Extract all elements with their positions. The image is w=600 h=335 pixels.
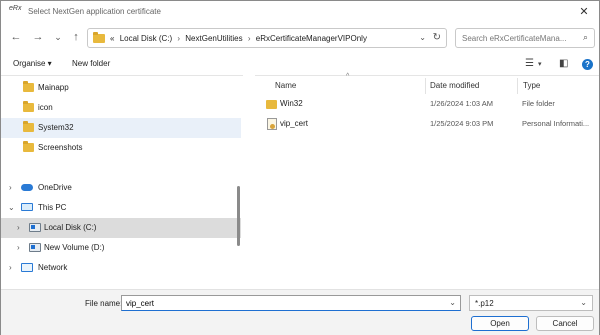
view-options-icon[interactable]: ☰ (525, 58, 534, 69)
file-row-vip-cert[interactable]: vip_cert 1/25/2024 9:03 PM Personal Info… (263, 115, 593, 133)
recent-locations-icon[interactable]: ⌄ (51, 30, 65, 44)
title-bar: eRx Select NextGen application certifica… (1, 1, 599, 23)
breadcrumb-item-local-disk[interactable]: Local Disk (C:) (120, 34, 172, 43)
open-button[interactable]: Open (471, 316, 529, 331)
folder-icon (23, 101, 34, 112)
column-divider[interactable] (425, 78, 426, 94)
drive-icon (29, 223, 41, 232)
column-divider[interactable] (517, 78, 518, 94)
organise-button[interactable]: Organise ▾ (13, 59, 52, 68)
folder-icon (266, 100, 277, 109)
file-row-win32[interactable]: Win32 1/26/2024 1:03 AM File folder (263, 95, 593, 113)
window-title: Select NextGen application certificate (28, 7, 161, 16)
file-list: ^ Name Date modified Type Win32 1/26/202… (255, 73, 599, 288)
tree-item-label: icon (38, 103, 53, 112)
navigation-bar: ← → ⌄ ↑ « Local Disk (C:) › NextGenUtili… (1, 23, 599, 53)
chevron-down-icon[interactable]: ⌄ (8, 203, 15, 212)
scrollbar-thumb[interactable] (237, 186, 240, 246)
chevron-right-icon[interactable]: › (17, 243, 20, 252)
column-header-type[interactable]: Type (523, 81, 540, 90)
cancel-button[interactable]: Cancel (536, 316, 594, 331)
file-type: File folder (522, 99, 555, 108)
toolbar: Organise ▾ New folder ☰ ▾ ◧ ? (1, 55, 599, 75)
file-type-value: *.p12 (475, 299, 494, 308)
drive-icon (29, 243, 41, 252)
navigation-pane: Mainapp icon System32 Screenshots › OneD… (1, 75, 243, 288)
certificate-file-icon (267, 118, 277, 130)
forward-arrow-icon[interactable]: → (31, 30, 45, 44)
tree-item-this-pc[interactable]: ⌄ This PC (1, 198, 241, 218)
tree-item-new-volume[interactable]: › New Volume (D:) (1, 238, 241, 258)
tree-item-label: OneDrive (38, 183, 72, 192)
file-name-input[interactable] (122, 297, 422, 310)
search-input[interactable]: Search eRxCertificateMana... ⌕ (455, 28, 595, 48)
folder-icon (23, 121, 34, 132)
computer-icon (21, 203, 33, 211)
chevron-down-icon: ⌄ (580, 298, 587, 307)
chevron-right-icon: › (177, 34, 181, 43)
refresh-icon[interactable]: ↻ (433, 32, 441, 43)
search-placeholder: Search eRxCertificateMana... (462, 34, 567, 43)
file-name: Win32 (280, 99, 303, 108)
chevron-down-icon[interactable]: ▾ (538, 60, 542, 68)
tree-item-label: Screenshots (38, 143, 83, 152)
close-icon[interactable]: ✕ (573, 4, 595, 20)
tree-item-label: Mainapp (38, 83, 69, 92)
chevron-right-icon[interactable]: › (9, 263, 12, 272)
chevron-down-icon[interactable]: ⌄ (449, 298, 456, 307)
new-folder-button[interactable]: New folder (72, 59, 110, 68)
folder-icon (23, 141, 34, 152)
tree-item-local-disk[interactable]: › Local Disk (C:) (1, 218, 241, 238)
tree-item-screenshots[interactable]: Screenshots (1, 138, 241, 158)
back-arrow-icon[interactable]: ← (9, 30, 23, 44)
file-type-select[interactable]: *.p12 ⌄ (469, 295, 593, 311)
sort-ascending-icon: ^ (346, 73, 350, 80)
file-name-bar: File name: ⌄ *.p12 ⌄ Open Cancel (1, 289, 599, 335)
file-name-label: File name: (85, 299, 123, 308)
tree-item-system32[interactable]: System32 (1, 118, 241, 138)
tree-item-onedrive[interactable]: › OneDrive (1, 178, 241, 198)
breadcrumb: « Local Disk (C:) › NextGenUtilities › e… (110, 34, 367, 43)
column-header-date-modified[interactable]: Date modified (430, 81, 479, 90)
network-icon (21, 263, 33, 272)
tree-item-label: Local Disk (C:) (44, 223, 97, 232)
help-icon[interactable]: ? (582, 59, 593, 70)
folder-icon (23, 81, 34, 92)
up-arrow-icon[interactable]: ↑ (69, 30, 83, 44)
tree-item-label: System32 (38, 123, 74, 132)
folder-icon (93, 32, 105, 43)
search-icon[interactable]: ⌕ (583, 32, 588, 43)
tree-item-network[interactable]: › Network (1, 258, 241, 278)
preview-pane-icon[interactable]: ◧ (559, 58, 568, 69)
breadcrumb-overflow[interactable]: « (110, 34, 114, 43)
file-name: vip_cert (280, 119, 309, 128)
chevron-down-icon[interactable]: ⌄ (419, 33, 426, 42)
tree-item-label: Network (38, 263, 68, 272)
column-header-name[interactable]: Name (275, 81, 296, 90)
tree-item-label: This PC (38, 203, 67, 212)
tree-item-label: New Volume (D:) (44, 243, 105, 252)
chevron-right-icon[interactable]: › (17, 223, 20, 232)
tree-item-mainapp[interactable]: Mainapp (1, 78, 241, 98)
chevron-right-icon: › (247, 34, 251, 43)
file-date-modified: 1/25/2024 9:03 PM (430, 119, 494, 128)
breadcrumb-item-nextgenutilities[interactable]: NextGenUtilities (185, 34, 242, 43)
file-type: Personal Informati... (522, 119, 590, 128)
tree-item-icon[interactable]: icon (1, 98, 241, 118)
chevron-right-icon[interactable]: › (9, 183, 12, 192)
file-open-dialog: eRx Select NextGen application certifica… (0, 0, 600, 335)
breadcrumb-item-certificate-manager[interactable]: eRxCertificateManagerVIPOnly (256, 34, 367, 43)
cloud-icon (21, 184, 33, 191)
app-icon: eRx (9, 5, 22, 12)
address-bar[interactable]: « Local Disk (C:) › NextGenUtilities › e… (87, 28, 447, 48)
file-name-field[interactable]: ⌄ (121, 295, 461, 311)
file-date-modified: 1/26/2024 1:03 AM (430, 99, 493, 108)
